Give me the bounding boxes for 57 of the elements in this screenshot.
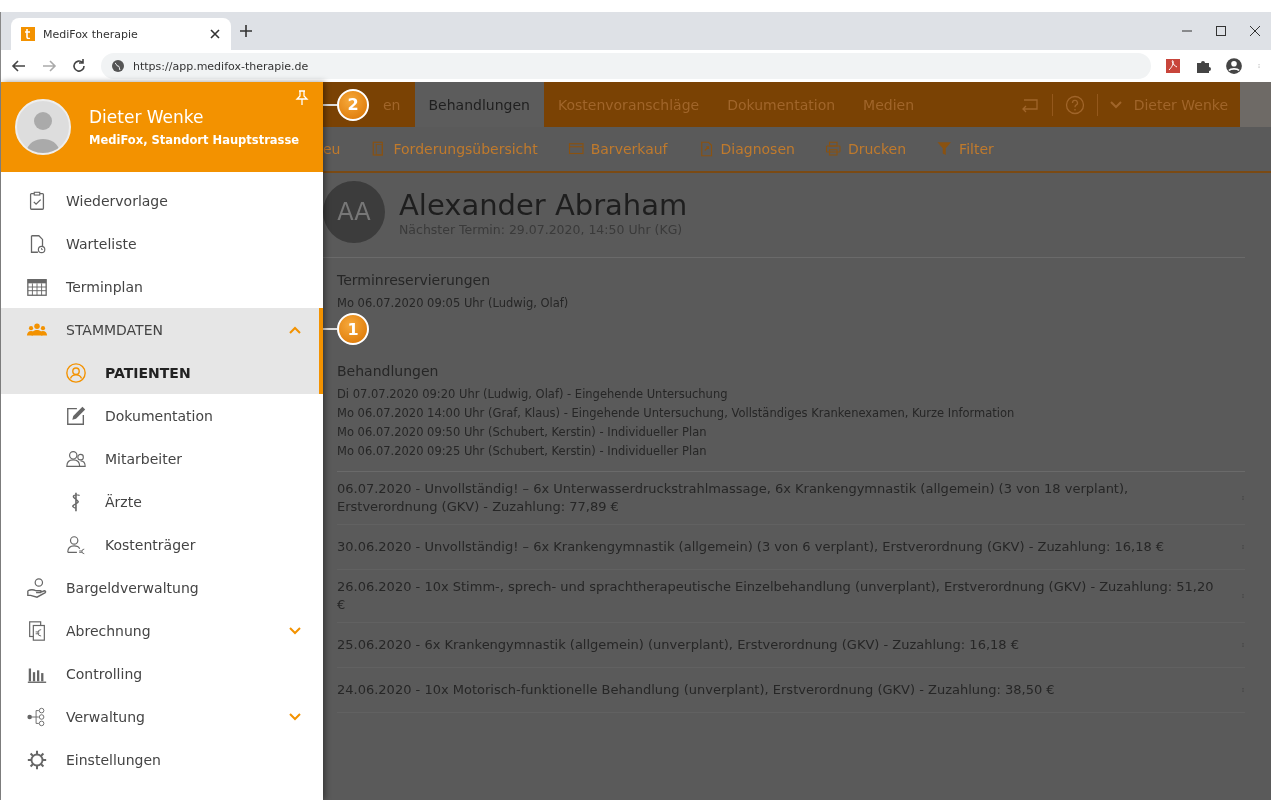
menu-item[interactable]: Ärzte bbox=[1, 480, 323, 523]
close-icon bbox=[1249, 25, 1261, 37]
help-icon bbox=[1064, 94, 1085, 115]
tree-nodes-icon bbox=[26, 705, 48, 728]
address-bar[interactable]: https://app.medifox-therapie.de bbox=[101, 53, 1151, 79]
menu-item[interactable]: Dokumentation bbox=[1, 394, 323, 437]
printer-icon bbox=[824, 140, 843, 158]
reload-icon bbox=[71, 58, 87, 74]
globe-icon bbox=[111, 59, 125, 73]
pdf-icon bbox=[1165, 58, 1181, 74]
menu-item[interactable]: Wiedervorlage bbox=[1, 179, 323, 222]
photo-placeholder bbox=[1240, 82, 1271, 127]
toolbar-button[interactable]: Drucken bbox=[824, 140, 907, 158]
toolbar-button[interactable]: Barverkauf bbox=[567, 140, 668, 158]
user-location: MediFox, Standort Hauptstrasse bbox=[89, 133, 300, 147]
avatar-silhouette bbox=[15, 99, 71, 155]
patient-initials-avatar: AA bbox=[323, 181, 385, 243]
back-arrow-icon bbox=[11, 58, 27, 74]
callout-badge: 2 bbox=[337, 88, 369, 121]
callout-badge: 1 bbox=[337, 313, 369, 345]
toolbar-button[interactable]: Forderungsübersicht bbox=[370, 140, 538, 158]
hand-coin-icon bbox=[26, 576, 48, 599]
puzzle-icon bbox=[1195, 58, 1211, 74]
user-name: Dieter Wenke bbox=[89, 107, 205, 127]
toolbar-button[interactable]: Diagnosen bbox=[697, 140, 795, 158]
tab-title: MediFox therapie bbox=[43, 27, 139, 41]
edit-icon bbox=[65, 404, 87, 427]
nav-tab[interactable]: Behandlungen bbox=[414, 82, 544, 127]
menu-item[interactable]: Bargeldverwaltung bbox=[1, 566, 323, 609]
menu-item[interactable]: Verwaltung bbox=[1, 695, 323, 738]
plus-icon bbox=[239, 24, 253, 38]
browser-tab[interactable]: MediFox therapie bbox=[11, 18, 231, 50]
chevron-down-icon bbox=[1109, 98, 1122, 111]
documents-euro-icon bbox=[26, 619, 48, 642]
menu-item[interactable]: STAMMDATEN bbox=[1, 308, 323, 351]
menu-item[interactable]: Einstellungen bbox=[1, 738, 323, 781]
menu-item[interactable]: Terminplan bbox=[1, 265, 323, 308]
menu-item[interactable]: PATIENTEN bbox=[1, 351, 323, 394]
menu-item[interactable]: Mitarbeiter bbox=[1, 437, 323, 480]
maximize-icon bbox=[1215, 25, 1227, 37]
menu-item[interactable]: Kostenträger bbox=[1, 523, 323, 566]
leader-line bbox=[323, 328, 337, 330]
leader-line bbox=[323, 103, 337, 106]
patient-name: Alexander Abraham bbox=[399, 187, 688, 222]
person-euro-icon bbox=[65, 533, 87, 556]
pin-icon[interactable] bbox=[295, 90, 309, 106]
close-icon bbox=[209, 28, 221, 40]
toolbar-button[interactable]: eu bbox=[323, 141, 341, 157]
person-circle-icon bbox=[65, 361, 87, 384]
settings-icon bbox=[26, 748, 48, 771]
menu-item[interactable]: Abrechnung bbox=[1, 609, 323, 652]
account-icon bbox=[1225, 57, 1243, 75]
menu-item[interactable]: Controlling bbox=[1, 652, 323, 695]
menu-item[interactable]: Warteliste bbox=[1, 222, 323, 265]
toolbar-button[interactable]: Filter bbox=[936, 140, 994, 158]
app-logo-icon bbox=[21, 27, 35, 41]
forward-arrow-icon bbox=[41, 58, 57, 74]
